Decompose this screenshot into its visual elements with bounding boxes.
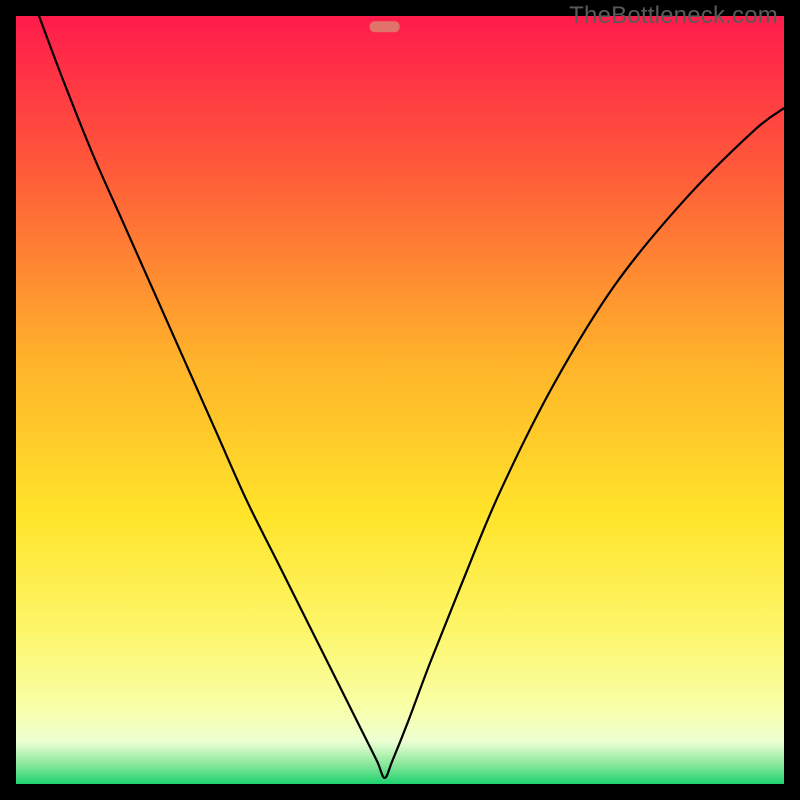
bottleneck-chart [16, 16, 784, 784]
gradient-background [16, 16, 784, 784]
minimum-marker [370, 21, 400, 32]
chart-frame: TheBottleneck.com [0, 0, 800, 800]
plot-area [16, 16, 784, 784]
watermark-text: TheBottleneck.com [569, 2, 778, 30]
